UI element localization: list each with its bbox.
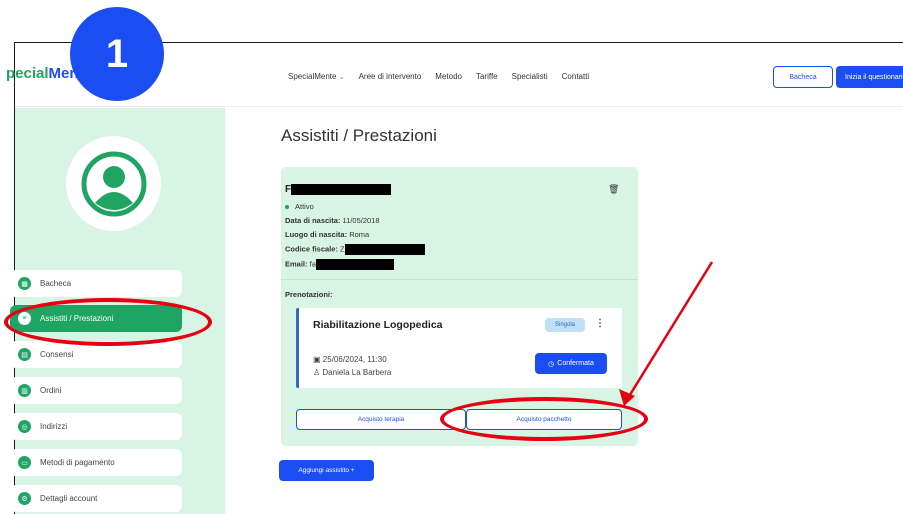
user-avatar-icon: [81, 151, 146, 216]
redaction-bar: [315, 259, 394, 270]
trash-icon[interactable]: 🗑: [608, 184, 619, 195]
add-patient-button[interactable]: Aggiungi assistito +: [279, 460, 374, 481]
nav-item-tariffe[interactable]: Tariffe: [476, 72, 498, 81]
sidebar-item-pagamento[interactable]: ▭ Metodi di pagamento: [10, 449, 182, 476]
birth-place-value: Roma: [349, 230, 370, 239]
booking-specialist-name: Daniela La Barbera: [322, 368, 392, 377]
birth-date-value: 11/05/2018: [342, 216, 380, 225]
nav-item-specialisti[interactable]: Specialisti: [512, 72, 548, 81]
status-text: Attivo: [295, 202, 314, 211]
birth-place-label: Luogo di nascita:: [285, 230, 348, 239]
booking-card: Riabilitazione Logopedica Singola ⋮ ▣ 25…: [296, 308, 622, 388]
birth-place-row: Luogo di nascita: Roma: [285, 230, 369, 239]
fiscal-code-label: Codice fiscale:: [285, 244, 338, 254]
status-dot-icon: [285, 205, 289, 210]
logo-text-green: pecial: [6, 65, 49, 82]
nav-item-specialmente[interactable]: SpecialMente ⌄: [288, 72, 345, 81]
start-questionnaire-button[interactable]: Inizia il questionario: [836, 66, 903, 88]
avatar: [66, 136, 161, 231]
main-nav: SpecialMente ⌄ Aree di intervento Metodo…: [288, 72, 589, 81]
sidebar-item-label: Metodi di pagamento: [40, 458, 115, 467]
nav-label: SpecialMente: [288, 72, 337, 81]
card-divider: [281, 279, 638, 280]
orders-icon: ▥: [18, 384, 31, 397]
sidebar-item-ordini[interactable]: ▥ Ordini: [10, 377, 182, 404]
clock-icon: ◷: [548, 360, 555, 368]
fiscal-code-row: Codice fiscale: Z: [285, 244, 425, 255]
confirmed-button[interactable]: ◷ Confermata: [535, 353, 607, 374]
nav-item-contatti[interactable]: Contatti: [562, 72, 590, 81]
annotation-ring-package: [440, 397, 648, 441]
payment-icon: ▭: [18, 456, 31, 469]
sidebar-item-label: Dettagli account: [40, 494, 98, 503]
birth-date-label: Data di nascita:: [285, 216, 341, 225]
page-title: Assistiti / Prestazioni: [281, 126, 437, 145]
patient-info: F Attivo Data di nascita: 11/05/2018 Luo…: [285, 167, 625, 279]
booking-specialist: ♙ Daniela La Barbera: [313, 368, 391, 377]
person-icon: ♙: [313, 368, 321, 377]
document-icon: ▤: [18, 348, 31, 361]
sidebar-item-label: Ordini: [40, 386, 62, 395]
step-number-badge: 1: [70, 7, 164, 101]
booking-title: Riabilitazione Logopedica: [313, 319, 443, 331]
sidebar-item-bacheca[interactable]: ▦ Bacheca: [10, 270, 182, 297]
nav-item-metodo[interactable]: Metodo: [435, 72, 462, 81]
confirmed-label: Confermata: [557, 360, 594, 367]
more-options-icon[interactable]: ⋮: [595, 318, 605, 329]
calendar-icon: ▣: [313, 355, 321, 364]
sidebar-item-label: Consensi: [40, 350, 74, 359]
patient-status: Attivo: [285, 202, 314, 211]
birth-date-row: Data di nascita: 11/05/2018: [285, 216, 380, 225]
booking-type-badge: Singola: [545, 318, 585, 332]
email-label: Email:: [285, 259, 308, 269]
account-icon: ⚙: [18, 492, 31, 505]
nav-item-aree[interactable]: Aree di intervento: [359, 72, 422, 81]
bookings-label: Prenotazioni:: [285, 290, 333, 299]
dashboard-icon: ▦: [18, 277, 31, 290]
redaction-bar: [344, 244, 425, 255]
bacheca-button[interactable]: Bacheca: [773, 66, 833, 88]
email-row: Email: fa: [285, 259, 394, 270]
redaction-bar: [291, 184, 392, 195]
sidebar-item-label: Bacheca: [40, 279, 72, 288]
sidebar-item-label: Indirizzi: [40, 422, 68, 431]
booking-date-text: 25/06/2024, 11:30: [322, 355, 387, 364]
sidebar-item-indirizzi[interactable]: ◎ Indirizzi: [10, 413, 182, 440]
booking-date: ▣ 25/06/2024, 11:30: [313, 355, 387, 364]
annotation-ring-sidebar: [4, 298, 212, 346]
sidebar-item-account[interactable]: ⚙ Dettagli account: [10, 485, 182, 512]
location-icon: ◎: [18, 420, 31, 433]
patient-name: F: [285, 184, 392, 195]
chevron-down-icon: ⌄: [338, 74, 345, 81]
